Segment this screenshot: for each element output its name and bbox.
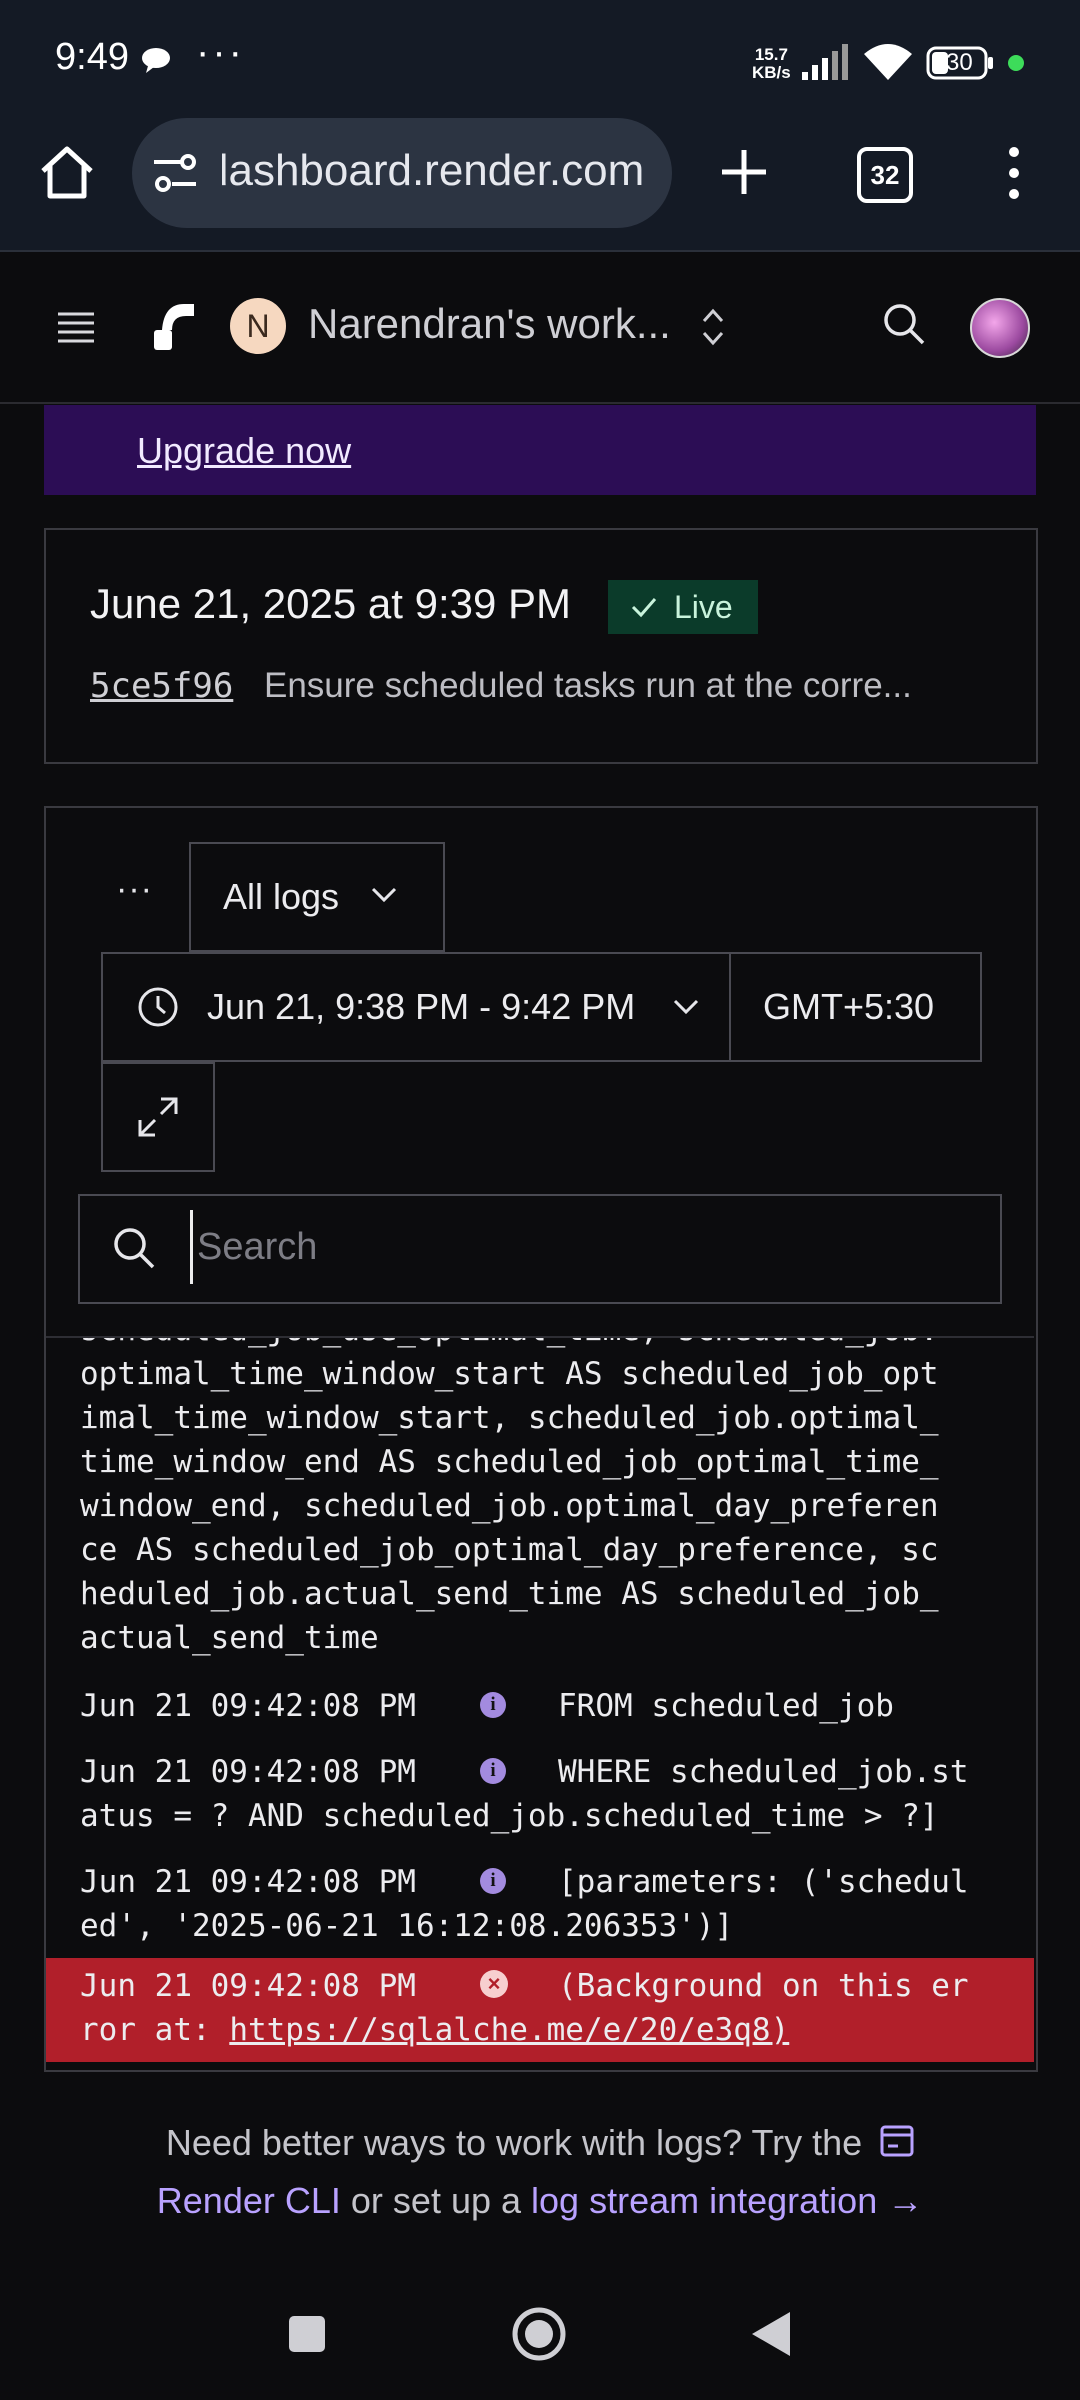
footer-text: or set up a	[350, 2179, 522, 2221]
wifi-icon	[862, 42, 914, 87]
new-tab-icon[interactable]	[718, 146, 770, 203]
battery-level: 30	[946, 49, 973, 76]
chat-bubble-icon	[140, 46, 172, 79]
network-speed: 15.7 KB/s	[752, 45, 791, 82]
log-timestamp: Jun 21 09:42:08 PM	[80, 1864, 416, 1900]
footer-line-2: Render CLI or set up a log stream integr…	[0, 2173, 1080, 2228]
hamburger-menu-icon[interactable]	[56, 310, 96, 349]
info-icon: i	[480, 1868, 506, 1894]
error-icon: ×	[480, 1970, 508, 1998]
time-range-picker[interactable]: Jun 21, 9:38 PM - 9:42 PM	[101, 952, 731, 1062]
log-message-cont: ror at: https://sqlalche.me/e/20/e3q8)	[80, 2008, 789, 2052]
error-docs-link[interactable]: https://sqlalche.me/e/20/e3q8	[229, 2012, 770, 2048]
timezone-selector[interactable]: GMT+5:30	[729, 952, 982, 1062]
log-timestamp: Jun 21 09:42:08 PM	[80, 1968, 416, 2004]
workspace-switcher[interactable]: Narendran's work...	[308, 300, 671, 348]
log-message: (Background on this er	[558, 1968, 969, 2004]
live-status-badge: Live	[608, 580, 758, 634]
fullscreen-button[interactable]	[101, 1062, 215, 1172]
log-message: [parameters: ('schedul	[558, 1864, 969, 1900]
log-message: FROM scheduled_job	[558, 1688, 894, 1724]
browser-menu-icon[interactable]	[1004, 146, 1024, 205]
terminal-icon	[880, 2118, 914, 2173]
info-icon: i	[480, 1692, 506, 1718]
chevron-up-down-icon[interactable]	[700, 306, 726, 353]
log-output: scheduled_job_use_optimal_time, schedule…	[46, 1338, 1034, 1958]
logs-footer: Need better ways to work with logs? Try …	[0, 2115, 1080, 2228]
info-icon: i	[480, 1758, 506, 1784]
home-icon[interactable]	[38, 144, 96, 205]
log-message-cont: ed', '2025-06-21 16:12:08.206353')]	[80, 1908, 734, 1944]
commit-hash-link[interactable]: 5ce5f96	[90, 666, 233, 706]
log-message: WHERE scheduled_job.st	[558, 1754, 969, 1790]
signal-icon	[800, 44, 852, 85]
log-line: actual_send_time	[80, 1620, 379, 1656]
chevron-down-icon	[369, 882, 399, 911]
live-status-label: Live	[674, 589, 733, 625]
log-continued-text: scheduled_job_use_optimal_time, schedule…	[80, 1338, 939, 1660]
back-button[interactable]	[750, 2310, 792, 2363]
upgrade-now-link[interactable]: Upgrade now	[137, 430, 351, 472]
deploy-card	[44, 528, 1038, 764]
log-filter-label: All logs	[223, 876, 340, 917]
log-line: window_end, scheduled_job.optimal_day_pr…	[80, 1488, 939, 1524]
log-message-suffix: )	[770, 2012, 790, 2048]
log-stream-link[interactable]: log stream integration →	[531, 2180, 923, 2221]
time-range-label: Jun 21, 9:38 PM - 9:42 PM	[207, 986, 636, 1027]
log-line: ce AS scheduled_job_optimal_day_preferen…	[80, 1532, 939, 1568]
url-text: dashboard.render.com	[222, 146, 645, 195]
search-icon[interactable]	[882, 302, 926, 351]
status-more: ···	[196, 30, 245, 74]
log-line: time_window_end AS scheduled_job_optimal…	[80, 1444, 939, 1480]
tab-switcher-button[interactable]: 32	[857, 147, 913, 203]
status-time: 9:49	[55, 36, 129, 78]
logs-more-button[interactable]: ···	[116, 870, 153, 909]
log-filter-dropdown[interactable]: All logs	[189, 842, 445, 952]
recents-button[interactable]	[287, 2314, 327, 2359]
log-line: heduled_job.actual_send_time AS schedule…	[80, 1576, 939, 1612]
home-button[interactable]	[511, 2306, 567, 2367]
workspace-avatar[interactable]: N	[230, 298, 286, 354]
render-logo-icon[interactable]	[150, 300, 198, 357]
user-avatar[interactable]	[970, 298, 1030, 358]
timezone-label: GMT+5:30	[763, 986, 935, 1027]
notification-dot	[1008, 55, 1024, 71]
url-clip: dashboard.render.com	[222, 140, 662, 210]
log-entry-error: Jun 21 09:42:08 PM × (Background on this…	[46, 1958, 1034, 2062]
site-settings-icon[interactable]	[152, 152, 198, 199]
render-cli-link[interactable]: Render CLI	[157, 2180, 341, 2221]
deploy-date: June 21, 2025 at 9:39 PM	[90, 580, 572, 627]
expand-icon	[137, 1096, 179, 1143]
check-icon	[630, 580, 658, 650]
log-timestamp: Jun 21 09:42:08 PM	[80, 1754, 416, 1790]
log-message-prefix: ror at:	[80, 2012, 230, 2048]
clock-icon	[137, 986, 179, 1033]
footer-text: Need better ways to work with logs? Try …	[165, 2122, 863, 2163]
log-search-input[interactable]	[190, 1210, 979, 1284]
search-icon	[112, 1226, 156, 1275]
log-line: optimal_time_window_start AS scheduled_j…	[80, 1356, 939, 1392]
log-line: imal_time_window_start, scheduled_job.op…	[80, 1400, 939, 1436]
footer-line-1: Need better ways to work with logs? Try …	[0, 2115, 1080, 2173]
commit-message: Ensure scheduled tasks run at the corre.…	[264, 666, 912, 705]
log-message-cont: atus = ? AND scheduled_job.scheduled_tim…	[80, 1798, 939, 1834]
log-timestamp: Jun 21 09:42:08 PM	[80, 1688, 416, 1724]
chevron-down-icon	[671, 994, 701, 1023]
log-line: scheduled_job_use_optimal_time, schedule…	[80, 1338, 939, 1352]
